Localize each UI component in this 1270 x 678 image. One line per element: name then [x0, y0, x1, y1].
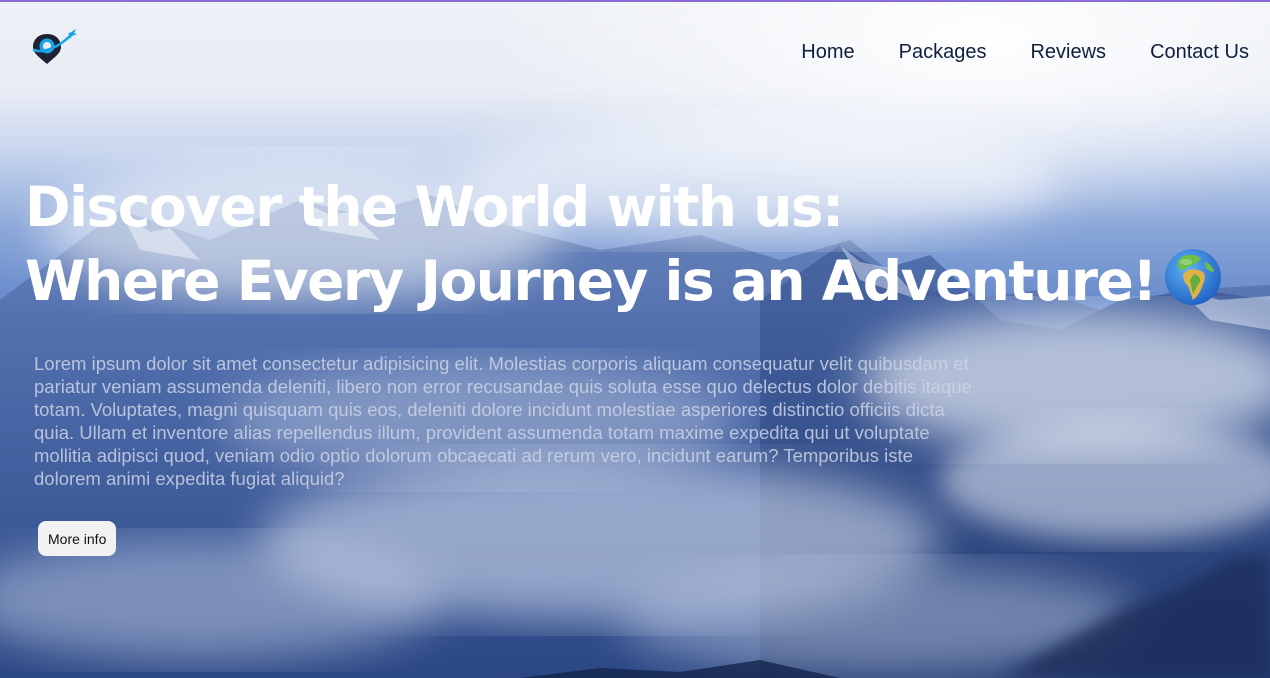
nav-packages-link[interactable]: Packages: [899, 41, 987, 64]
globe-europe-africa-icon: [1164, 249, 1221, 305]
nav-reviews-link[interactable]: Reviews: [1030, 41, 1106, 64]
mountain-scenery: [0, 120, 1270, 678]
nav-home-link[interactable]: Home: [801, 41, 854, 64]
hero-description: Lorem ipsum dolor sit amet consectetur a…: [34, 353, 972, 489]
hero-headline: Discover the World with us: Where Every …: [25, 170, 1222, 318]
location-pin-plane-icon[interactable]: [30, 26, 78, 66]
nav-links: Home Packages Reviews Contact Us: [801, 41, 1249, 64]
hero-section: Home Packages Reviews Contact Us Discove…: [0, 0, 1270, 678]
headline-line-1: Discover the World with us:: [25, 175, 844, 239]
more-info-button[interactable]: More info: [38, 521, 117, 556]
nav-contact-us-link[interactable]: Contact Us: [1150, 41, 1249, 64]
navbar: Home Packages Reviews Contact Us: [0, 0, 1270, 100]
headline-line-2: Where Every Journey is an Adventure!: [25, 249, 1157, 313]
